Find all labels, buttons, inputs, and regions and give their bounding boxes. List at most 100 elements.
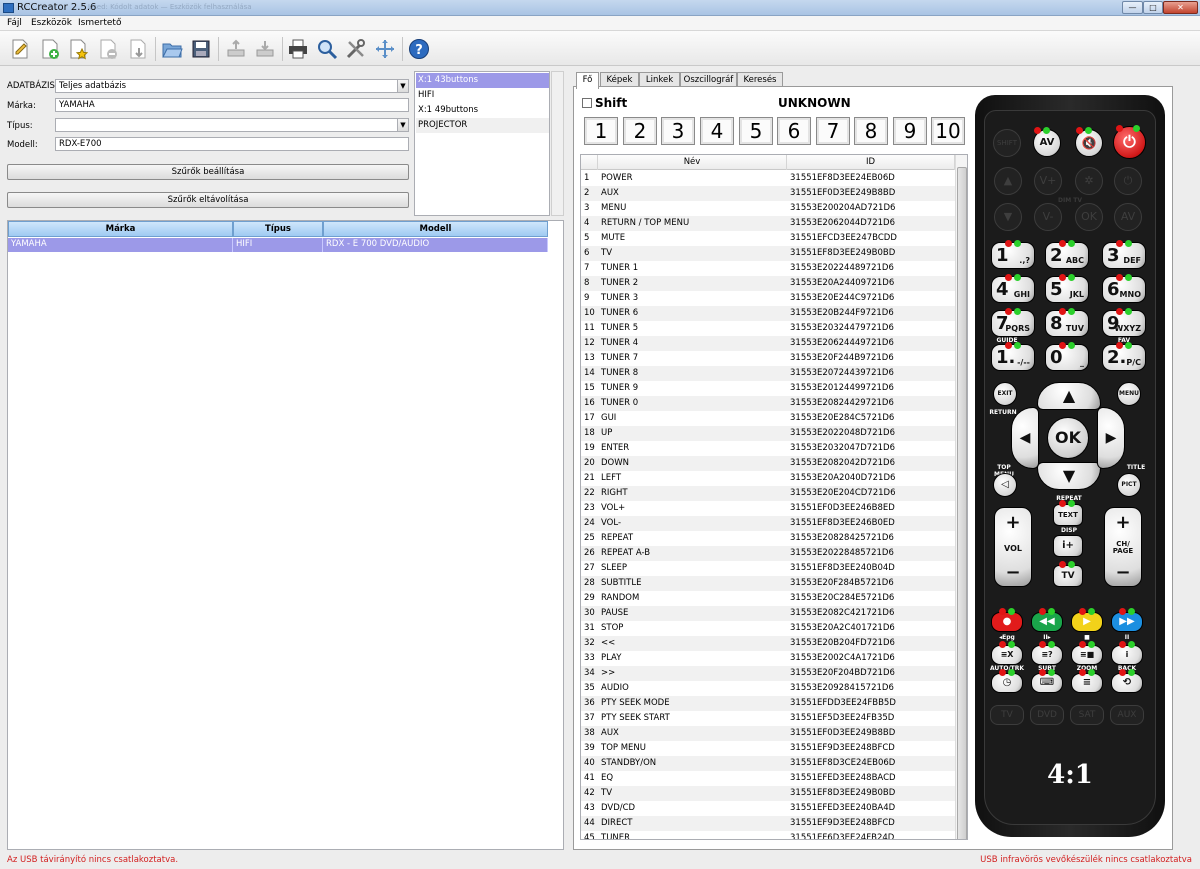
- table-row[interactable]: 43 DVD/CD 31551EFED3EE240BA4D: [581, 801, 955, 816]
- table-row[interactable]: 25 REPEAT 31553E20828425721D6: [581, 531, 955, 546]
- remote-digit-key[interactable]: 3 DEF: [1102, 242, 1146, 269]
- new-star-icon[interactable]: [66, 37, 90, 61]
- device-list[interactable]: X:1 43buttons HIFI X:1 49buttons PROJECT…: [414, 71, 550, 216]
- open-folder-icon[interactable]: [160, 37, 184, 61]
- remote-dim-button[interactable]: V-: [1034, 203, 1062, 231]
- table-row[interactable]: 14 TUNER 8 31553E20724439721D6: [581, 366, 955, 381]
- move-icon[interactable]: [373, 37, 397, 61]
- number-button-2[interactable]: 2: [623, 117, 657, 145]
- search-icon[interactable]: [315, 37, 339, 61]
- remote-disp-button[interactable]: i+: [1053, 535, 1083, 557]
- table-row[interactable]: 42 TV 31551EF8D3EE249B0BD: [581, 786, 955, 801]
- table-row[interactable]: 24 VOL- 31551EF8D3EE246B0ED: [581, 516, 955, 531]
- save-icon[interactable]: [189, 37, 213, 61]
- import-icon[interactable]: [126, 37, 150, 61]
- tab-links[interactable]: Linkek: [639, 72, 680, 87]
- table-row[interactable]: 32 << 31553E20B204FD721D6: [581, 636, 955, 651]
- new-add-icon[interactable]: [38, 37, 62, 61]
- arrow-right-icon[interactable]: ▶: [1097, 407, 1125, 469]
- tools-icon[interactable]: [344, 37, 368, 61]
- number-button-7[interactable]: 7: [816, 117, 850, 145]
- table-row-type[interactable]: HIFI: [233, 238, 323, 252]
- table-row[interactable]: 26 REPEAT A-B 31553E20228485721D6: [581, 546, 955, 561]
- remote-digit-key[interactable]: 4 GHI: [991, 276, 1035, 303]
- number-button-3[interactable]: 3: [661, 117, 695, 145]
- remote-color-button[interactable]: ◀◀: [1031, 612, 1063, 632]
- help-icon[interactable]: ?: [407, 37, 431, 61]
- column-header-id[interactable]: ID: [787, 155, 955, 170]
- table-row[interactable]: 13 TUNER 7 31553E20F244B9721D6: [581, 351, 955, 366]
- table-row[interactable]: 9 TUNER 3 31553E20E244C9721D6: [581, 291, 955, 306]
- remote-digit-key[interactable]: 6 MNO: [1102, 276, 1146, 303]
- remote-fn-button[interactable]: ≡■: [1071, 645, 1103, 665]
- remote-digit-key[interactable]: 7 PQRS: [991, 310, 1035, 337]
- table-row[interactable]: 22 RIGHT 31553E20E204CD721D6: [581, 486, 955, 501]
- type-select[interactable]: [55, 118, 409, 132]
- remote-dim-button[interactable]: ▼: [994, 203, 1022, 231]
- remote-digit-key[interactable]: 9 WXYZ: [1102, 310, 1146, 337]
- remote-fn2-button[interactable]: ⌨: [1031, 673, 1063, 693]
- remote-digit-key[interactable]: 2. P/C: [1102, 344, 1146, 371]
- minimize-button[interactable]: —: [1122, 1, 1143, 14]
- list-item[interactable]: HIFI: [416, 88, 549, 103]
- new-document-icon[interactable]: [8, 37, 32, 61]
- upload-icon[interactable]: [224, 37, 248, 61]
- table-row[interactable]: 15 TUNER 9 31553E20124499721D6: [581, 381, 955, 396]
- number-button-5[interactable]: 5: [739, 117, 773, 145]
- table-row[interactable]: 3 MENU 31553E200204AD721D6: [581, 201, 955, 216]
- table-row[interactable]: 7 TUNER 1 31553E20224489721D6: [581, 261, 955, 276]
- brand-input[interactable]: YAMAHA: [55, 98, 409, 112]
- table-row[interactable]: 16 TUNER 0 31553E20824429721D6: [581, 396, 955, 411]
- remote-exit-button[interactable]: EXIT: [993, 382, 1017, 406]
- remote-dim-button[interactable]: V+: [1034, 167, 1062, 195]
- remote-source-button[interactable]: AUX: [1110, 705, 1144, 725]
- tab-images[interactable]: Képek: [600, 72, 639, 87]
- remote-ok-button[interactable]: OK: [1047, 417, 1089, 459]
- remote-digit-key[interactable]: 0 _: [1045, 344, 1089, 371]
- table-row-brand[interactable]: YAMAHA: [8, 238, 233, 252]
- chevron-down-icon[interactable]: ▼: [397, 80, 408, 92]
- table-row[interactable]: 19 ENTER 31553E2032047D721D6: [581, 441, 955, 456]
- table-row[interactable]: 17 GUI 31553E20E284C5721D6: [581, 411, 955, 426]
- tab-search[interactable]: Keresés: [737, 72, 783, 87]
- print-icon[interactable]: [286, 37, 310, 61]
- remove-filters-button[interactable]: Szűrők eltávolítása: [7, 192, 409, 208]
- list-item[interactable]: X:1 43buttons: [416, 73, 549, 88]
- table-row[interactable]: 39 TOP MENU 31551EF9D3EE248BFCD: [581, 741, 955, 756]
- download-icon[interactable]: [253, 37, 277, 61]
- table-row[interactable]: 21 LEFT 31553E20A2040D721D6: [581, 471, 955, 486]
- table-row[interactable]: 45 TUNER 31551EF6D3EE24FB24D: [581, 831, 955, 839]
- table-row[interactable]: 29 RANDOM 31553E20C284E5721D6: [581, 591, 955, 606]
- remote-fn2-button[interactable]: ⟲: [1111, 673, 1143, 693]
- remote-digit-key[interactable]: 8 TUV: [1045, 310, 1089, 337]
- table-row[interactable]: 30 PAUSE 31553E2082C421721D6: [581, 606, 955, 621]
- list-scrollbar[interactable]: [551, 71, 564, 216]
- remote-tv-button[interactable]: TV: [1053, 565, 1083, 587]
- table-row[interactable]: 1 POWER 31551EF8D3EE24EB06D: [581, 171, 955, 186]
- table-row[interactable]: 11 TUNER 5 31553E20324479721D6: [581, 321, 955, 336]
- remote-fn-button[interactable]: ≡?: [1031, 645, 1063, 665]
- table-row[interactable]: 12 TUNER 4 31553E20624449721D6: [581, 336, 955, 351]
- remote-fn2-button[interactable]: ≡: [1071, 673, 1103, 693]
- remote-sound-button[interactable]: ◁: [993, 473, 1017, 497]
- remote-color-button[interactable]: ▶▶: [1111, 612, 1143, 632]
- table-row[interactable]: 36 PTY SEEK MODE 31551EFDD3EE24FBB5D: [581, 696, 955, 711]
- table-row[interactable]: 40 STANDBY/ON 31551EF8D3CE24EB06D: [581, 756, 955, 771]
- column-header-type[interactable]: Típus: [233, 221, 323, 237]
- remote-fn-button[interactable]: ≡X: [991, 645, 1023, 665]
- maximize-button[interactable]: □: [1143, 1, 1163, 14]
- menu-file[interactable]: Fájl: [7, 18, 22, 28]
- number-button-9[interactable]: 9: [893, 117, 927, 145]
- menu-tools[interactable]: Eszközök: [31, 18, 72, 28]
- remote-digit-key[interactable]: 5 JKL: [1045, 276, 1089, 303]
- list-item[interactable]: X:1 49buttons: [416, 103, 549, 118]
- table-row[interactable]: 33 PLAY 31553E2002C4A1721D6: [581, 651, 955, 666]
- remote-color-button[interactable]: ●: [991, 612, 1023, 632]
- close-button[interactable]: ✕: [1163, 1, 1198, 14]
- table-row[interactable]: 38 AUX 31551EF0D3EE249B8BD: [581, 726, 955, 741]
- table-row-model[interactable]: RDX - E 700 DVD/AUDIO: [323, 238, 548, 252]
- tab-main[interactable]: Fő: [576, 72, 599, 89]
- model-input[interactable]: RDX-E700: [55, 137, 409, 151]
- menu-help[interactable]: Ismertető: [78, 18, 121, 28]
- table-row[interactable]: 37 PTY SEEK START 31551EF5D3EE24FB35D: [581, 711, 955, 726]
